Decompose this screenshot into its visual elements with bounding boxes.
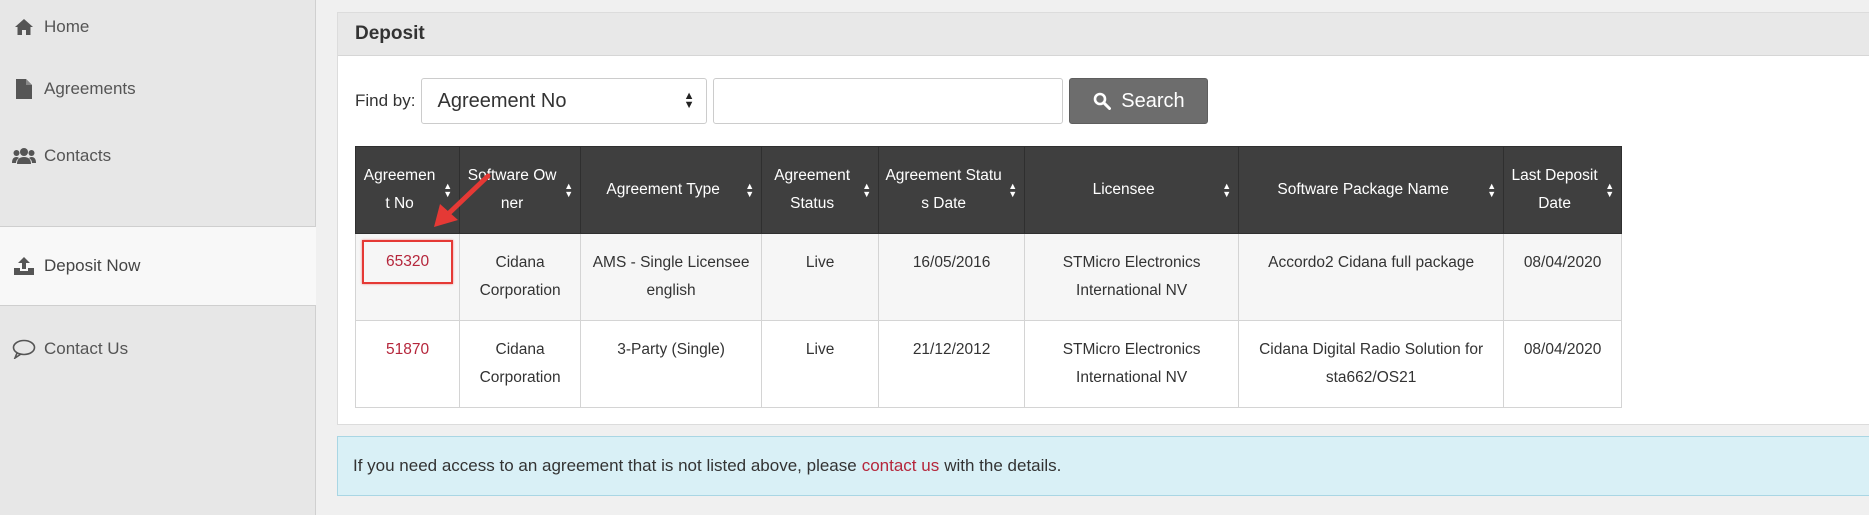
sort-icon: ▲ ▼ (1605, 181, 1615, 199)
sidebar-item-label: Contact Us (44, 339, 129, 358)
column-header-agreement-status-date[interactable]: Agreement Status Date ▲ ▼ (878, 146, 1026, 234)
agreement-link[interactable]: 65320 (386, 253, 429, 270)
sidebar-item-label: Contacts (44, 146, 112, 165)
sort-icon: ▲ ▼ (862, 181, 872, 199)
table-cell: 21/12/2012 (878, 320, 1026, 408)
search-input[interactable] (713, 78, 1064, 124)
home-icon (12, 15, 36, 39)
sidebar-item-label: Home (44, 17, 90, 36)
find-by-label: Find by: (355, 91, 416, 110)
column-header-software-package-name[interactable]: Software Package Name ▲ ▼ (1238, 146, 1505, 234)
users-icon (12, 144, 36, 168)
table-cell: Cidana Corporation (459, 320, 582, 408)
column-header-agreement-status[interactable]: Agreement Status ▲ ▼ (761, 146, 880, 234)
sort-icon: ▲ ▼ (745, 181, 755, 199)
sidebar-item-contact-us[interactable]: Contact Us (0, 309, 316, 389)
speech-bubble-icon (12, 337, 36, 361)
table-cell: Accordo2 Cidana full package (1238, 233, 1505, 321)
annotation-arrow-icon (434, 173, 491, 227)
table-cell: AMS - Single Licensee english (580, 233, 763, 321)
sidebar-item-deposit-now[interactable]: Deposit Now (0, 226, 316, 306)
sidebar: Home Agreements Contacts Deposit Now Con… (0, 0, 316, 515)
search-icon (1093, 92, 1112, 110)
find-by-selected-value: Agreement No (437, 89, 567, 112)
table-cell: Cidana Digital Radio Solution for sta662… (1238, 320, 1505, 408)
file-icon (12, 77, 36, 101)
sidebar-item-contacts[interactable]: Contacts (0, 116, 316, 196)
table-cell: Live (761, 233, 880, 321)
deposit-panel: Deposit Find by: Agreement No ▲ ▼ Search … (337, 12, 1869, 425)
select-arrows-icon: ▲ ▼ (683, 90, 695, 111)
search-button-label: Search (1121, 89, 1185, 112)
agreements-table: Agreement No ▲ ▼ Software Owner ▲ ▼ Agreemen… (354, 146, 1623, 408)
alert-text-end: with the details. (944, 456, 1062, 475)
column-header-agreement-type[interactable]: Agreement Type ▲ ▼ (580, 146, 763, 234)
sort-icon: ▲ ▼ (564, 181, 574, 199)
contact-us-link[interactable]: contact us (862, 456, 940, 476)
highlight-box: 65320 (362, 240, 454, 284)
table-cell: STMicro Electronics International NV (1024, 320, 1240, 408)
table-row: 65320 Cidana Corporation AMS - Single Li… (354, 233, 1623, 321)
column-header-last-deposit-date[interactable]: Last Deposit Date ▲ ▼ (1503, 146, 1623, 234)
agreement-link[interactable]: 51870 (386, 341, 429, 358)
find-row: Find by: Agreement No ▲ ▼ Search (355, 77, 1209, 125)
find-by-select[interactable]: Agreement No ▲ ▼ (421, 78, 708, 124)
sidebar-item-label: Agreements (44, 79, 136, 98)
table-cell: Live (761, 320, 880, 408)
table-cell: 08/04/2020 (1503, 320, 1623, 408)
table-cell: 3-Party (Single) (580, 320, 763, 408)
search-button[interactable]: Search (1069, 78, 1209, 124)
alert-text: If you need access to an agreement that … (353, 456, 857, 475)
sort-icon: ▲ ▼ (1222, 181, 1232, 199)
upload-icon (12, 254, 36, 278)
table-header-row: Agreement No ▲ ▼ Software Owner ▲ ▼ Agreemen… (354, 146, 1623, 234)
sort-icon: ▲ ▼ (1008, 181, 1018, 199)
column-header-licensee[interactable]: Licensee ▲ ▼ (1024, 146, 1240, 234)
sort-icon: ▲ ▼ (1487, 181, 1497, 199)
info-alert: If you need access to an agreement that … (337, 436, 1869, 496)
table-cell: STMicro Electronics International NV (1024, 233, 1240, 321)
table-cell: Cidana Corporation (459, 233, 582, 321)
table-cell: 08/04/2020 (1503, 233, 1623, 321)
table-row: 51870 Cidana Corporation 3-Party (Single… (354, 320, 1623, 408)
table-cell: 16/05/2016 (878, 233, 1026, 321)
sidebar-item-label: Deposit Now (44, 256, 141, 275)
panel-title: Deposit (338, 13, 1869, 56)
